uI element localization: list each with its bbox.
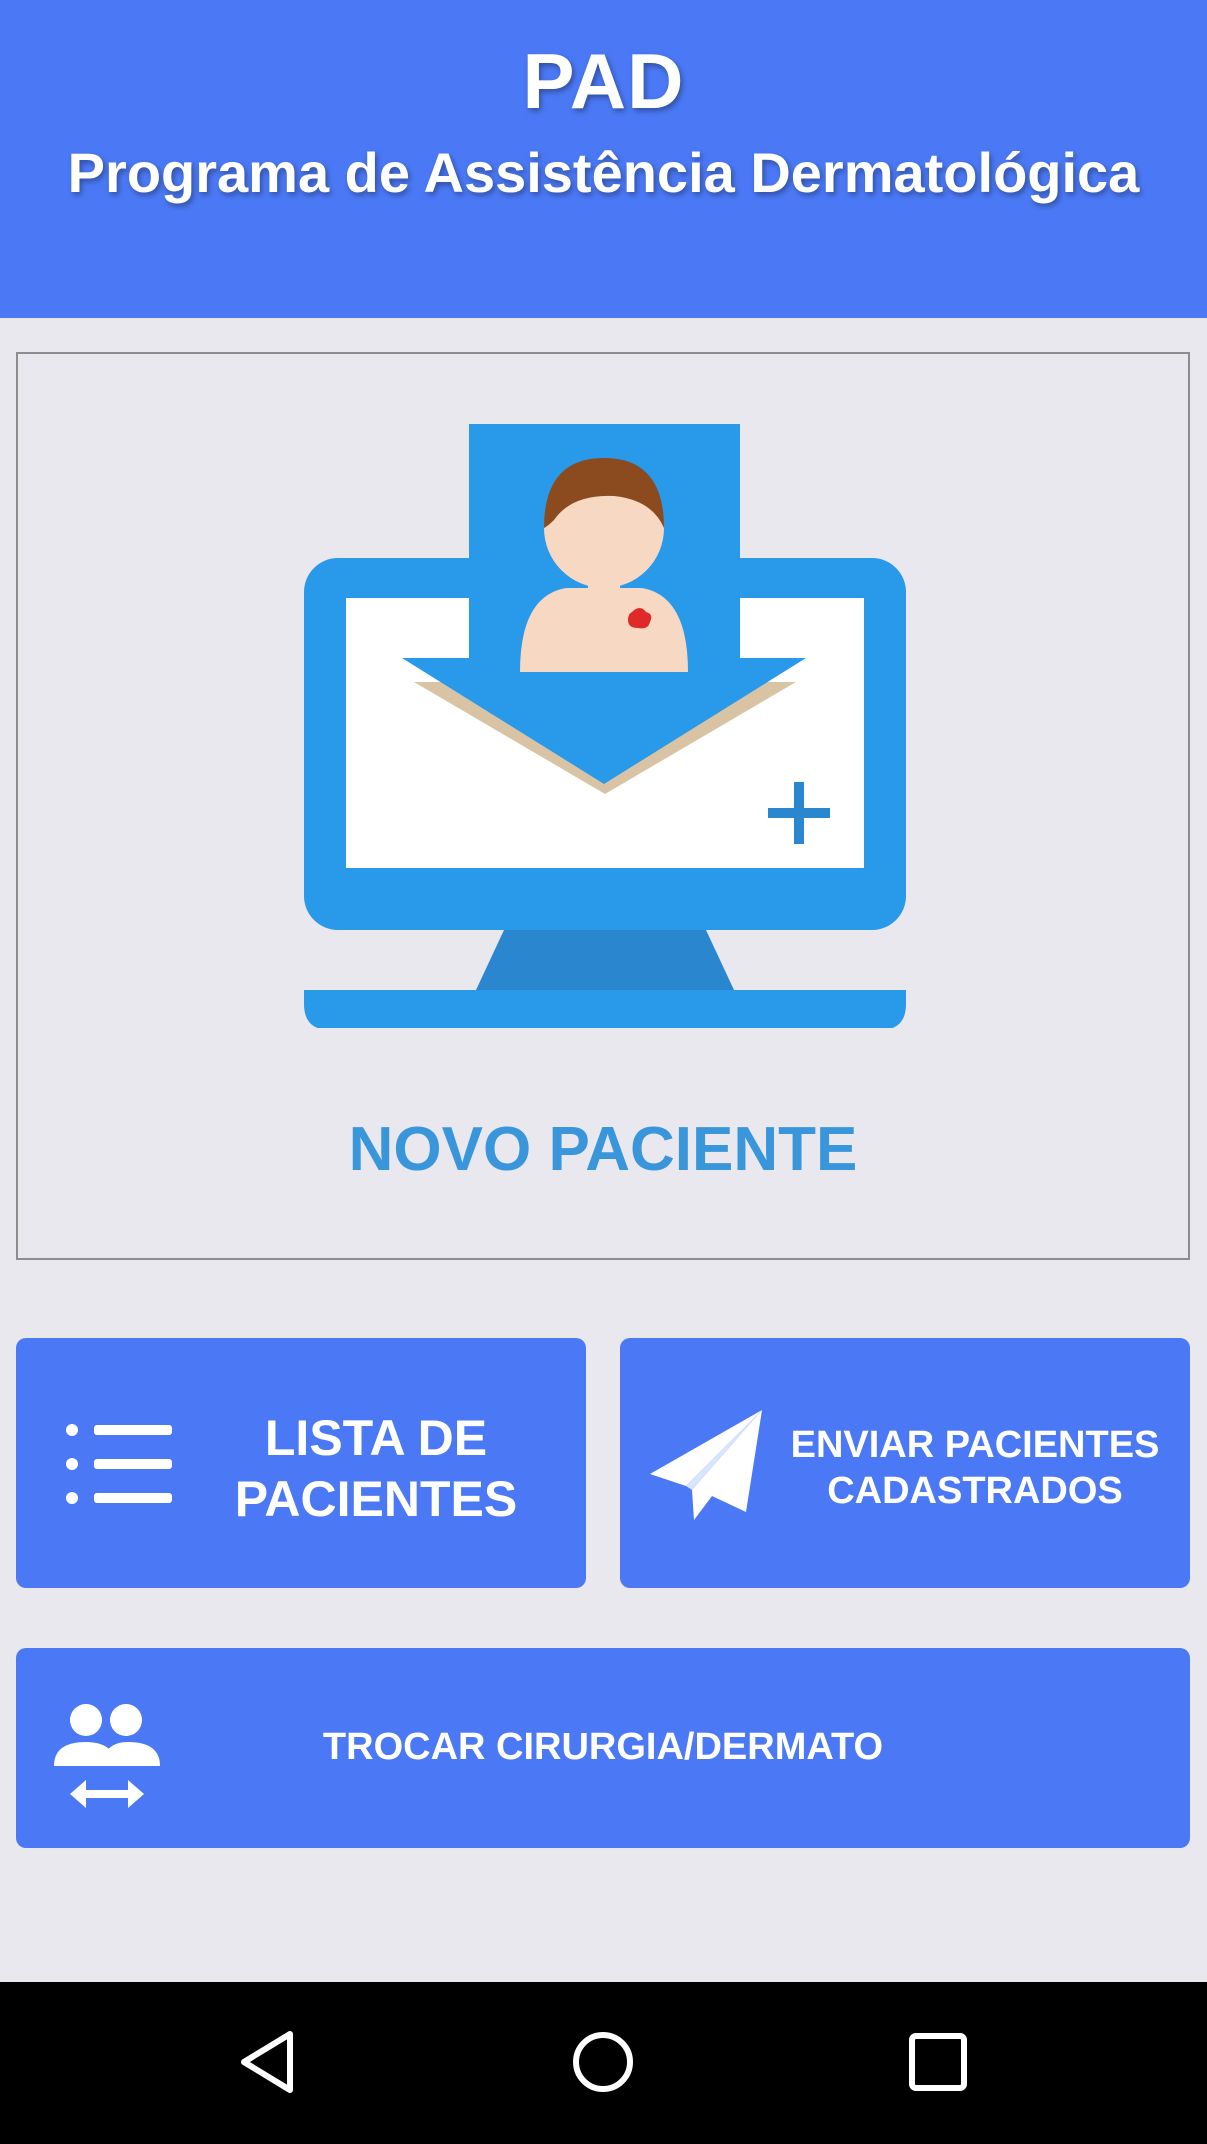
app-screen: PAD Programa de Assistência Dermatológic… (0, 0, 1207, 2144)
app-title: PAD (522, 37, 685, 125)
new-patient-label: NOVO PACIENTE (348, 1115, 858, 1184)
android-nav-bar (0, 1982, 1207, 2144)
app-header: PAD Programa de Assistência Dermatológic… (0, 0, 1207, 318)
recent-apps-icon[interactable] (898, 2022, 978, 2102)
send-patients-label: ENVIAR PACIENTES CADASTRADOS (790, 1424, 1160, 1513)
app-subtitle: Programa de Assistência Dermatológica (67, 141, 1140, 204)
paper-plane-icon (650, 1410, 762, 1520)
send-patients-button[interactable]: ENVIAR PACIENTES CADASTRADOS (620, 1338, 1190, 1588)
list-icon (66, 1424, 172, 1504)
list-patients-label: LISTA DE PACIENTES (234, 1410, 518, 1527)
back-icon[interactable] (230, 2022, 310, 2102)
switch-mode-label: TROCAR CIRURGIA/DERMATO (322, 1726, 884, 1768)
switch-mode-button[interactable]: TROCAR CIRURGIA/DERMATO (16, 1648, 1190, 1848)
list-patients-button[interactable]: LISTA DE PACIENTES (16, 1338, 586, 1588)
home-icon[interactable] (563, 2022, 643, 2102)
computer-with-patient-icon (304, 424, 906, 1028)
people-swap-icon (54, 1704, 160, 1808)
new-patient-button[interactable]: NOVO PACIENTE (16, 352, 1190, 1260)
